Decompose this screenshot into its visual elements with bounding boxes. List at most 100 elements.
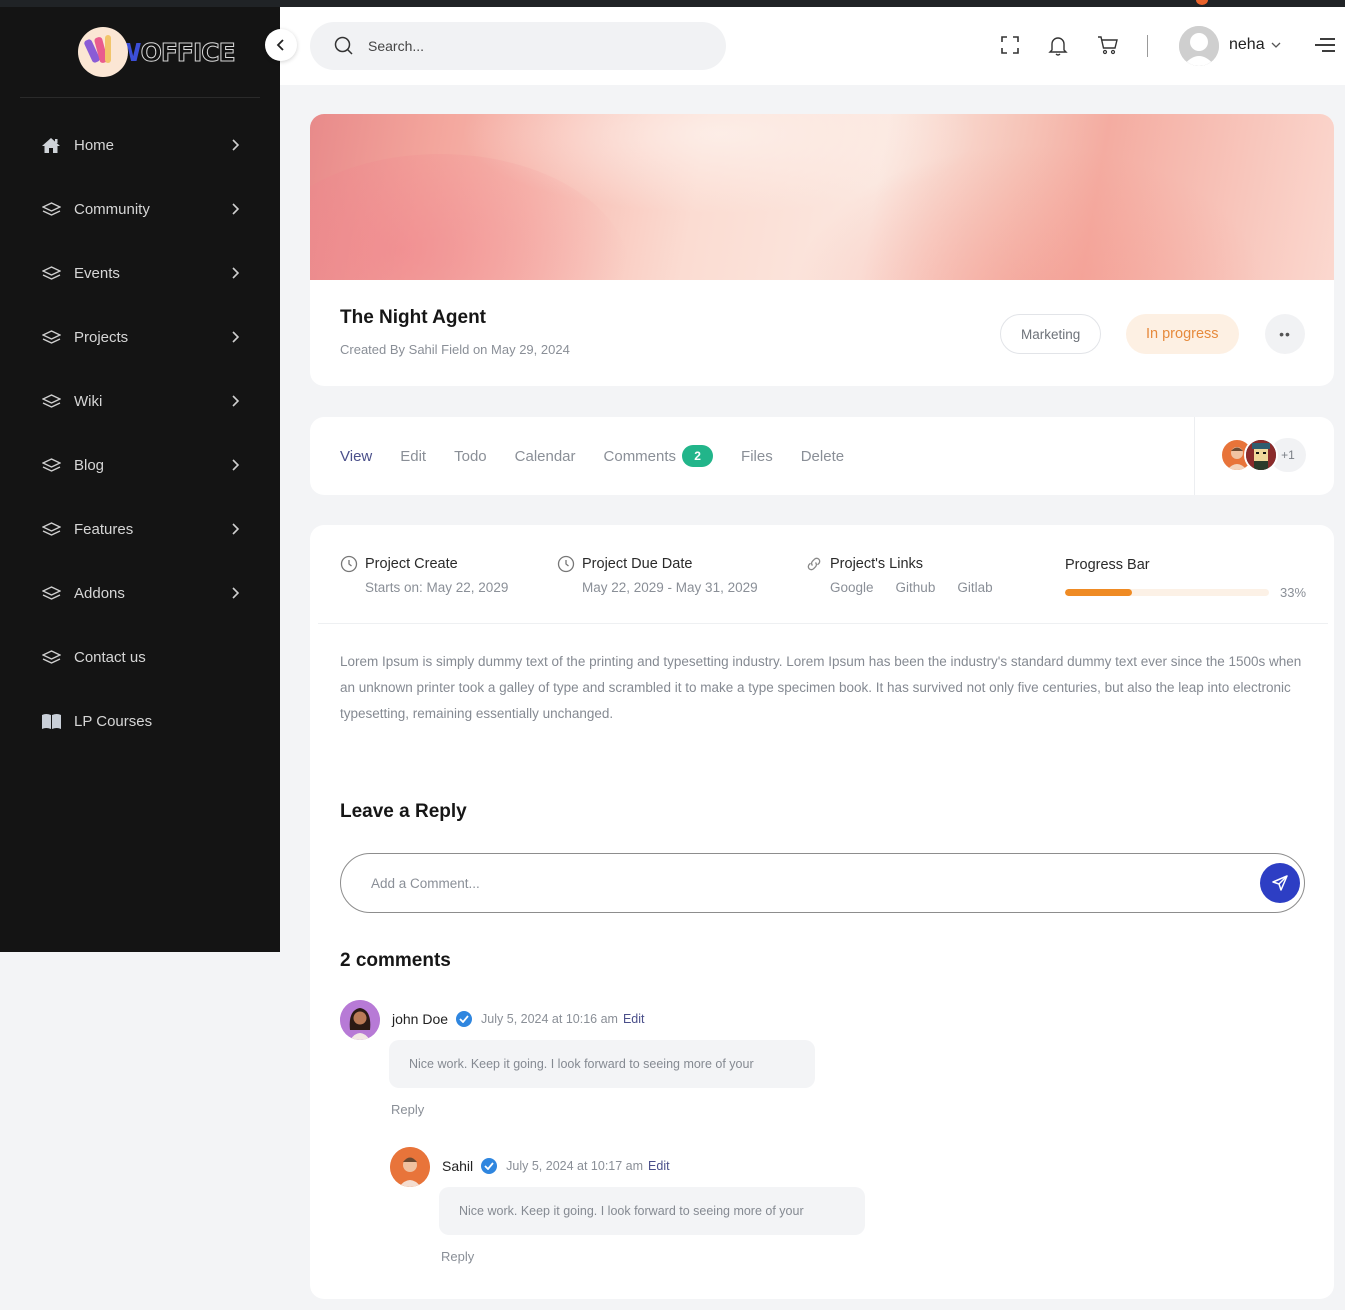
send-comment-button[interactable] xyxy=(1260,863,1300,903)
search-bar[interactable] xyxy=(310,22,726,70)
chevron-down-icon xyxy=(1271,42,1281,48)
search-input[interactable] xyxy=(368,38,688,54)
tab-comments[interactable]: Comments 2 xyxy=(604,445,714,467)
pixel-avatar-icon xyxy=(1246,440,1276,470)
member-avatar[interactable] xyxy=(1244,438,1278,472)
user-menu[interactable]: neha xyxy=(1229,36,1281,54)
chevron-right-icon xyxy=(232,395,240,407)
book-icon xyxy=(40,712,62,730)
chevron-right-icon xyxy=(232,139,240,151)
comment-author: Sahil xyxy=(442,1158,474,1174)
tab-files[interactable]: Files xyxy=(741,448,773,465)
tab-label: Delete xyxy=(800,447,845,465)
sidebar-item-label: Blog xyxy=(74,456,105,474)
link-google[interactable]: Google xyxy=(830,580,874,595)
notification-dot xyxy=(1196,0,1208,5)
cart-button[interactable] xyxy=(1097,34,1119,56)
notifications-button[interactable] xyxy=(1047,34,1069,56)
comments-count-badge: 2 xyxy=(682,445,714,467)
project-created-by: Created By Sahil Field on May 29, 2024 xyxy=(340,342,570,357)
sidebar-item-events[interactable]: Events xyxy=(0,241,280,305)
sidebar-item-lp-courses[interactable]: LP Courses xyxy=(0,689,280,753)
layers-icon xyxy=(40,200,62,218)
woman-avatar-icon xyxy=(340,1000,380,1040)
tab-label: View xyxy=(340,447,373,465)
chevron-right-icon xyxy=(232,587,240,599)
comment-edit-link[interactable]: Edit xyxy=(648,1159,670,1173)
project-due-value: May 22, 2029 - May 31, 2029 xyxy=(582,580,758,595)
sidebar-item-addons[interactable]: Addons xyxy=(0,561,280,625)
sidebar-item-projects[interactable]: Projects xyxy=(0,305,280,369)
category-tag[interactable]: Marketing xyxy=(1000,314,1102,354)
sidebar-collapse-button[interactable] xyxy=(265,29,297,61)
chevron-left-icon xyxy=(276,39,284,51)
link-gitlab[interactable]: Gitlab xyxy=(957,580,992,595)
tab-todo[interactable]: Todo xyxy=(454,448,487,465)
comment-input-box[interactable] xyxy=(340,853,1305,913)
tab-delete[interactable]: Delete xyxy=(801,448,844,465)
layers-icon xyxy=(40,520,62,538)
comment-date: July 5, 2024 at 10:17 am xyxy=(506,1159,644,1173)
detail-divider xyxy=(318,623,1328,624)
sidebar-item-home[interactable]: Home xyxy=(0,113,280,177)
chevron-right-icon xyxy=(232,523,240,535)
fullscreen-icon xyxy=(1001,36,1019,54)
project-banner-image xyxy=(310,114,1334,280)
layers-icon xyxy=(40,328,62,346)
logo-text: WOFFICE xyxy=(114,37,236,67)
header-divider xyxy=(1147,35,1148,57)
progress-label: Progress Bar xyxy=(1065,557,1150,573)
comment-reply-link[interactable]: Reply xyxy=(391,1102,424,1117)
layers-icon xyxy=(40,392,62,410)
leave-reply-heading: Leave a Reply xyxy=(340,801,467,822)
man-avatar-icon xyxy=(390,1147,430,1187)
search-icon xyxy=(334,36,353,55)
tab-label: Edit xyxy=(400,447,427,465)
project-members[interactable]: +1 xyxy=(1220,438,1306,472)
sidebar-item-contact-us[interactable]: Contact us xyxy=(0,625,280,689)
comment-reply-link[interactable]: Reply xyxy=(441,1249,474,1264)
more-options-button[interactable]: •• xyxy=(1265,314,1305,354)
user-name: neha xyxy=(1229,36,1265,53)
user-avatar[interactable] xyxy=(1179,26,1219,66)
comment-input[interactable] xyxy=(371,875,1231,891)
sidebar-nav: Home Community Events Projects Wiki Blog xyxy=(0,113,280,753)
logo[interactable]: WOFFICE xyxy=(78,27,236,77)
bell-icon xyxy=(1048,36,1068,56)
menu-button[interactable] xyxy=(1313,34,1337,56)
link-icon xyxy=(805,555,823,573)
sidebar: WOFFICE Home Community Events Projects W… xyxy=(0,7,280,952)
progress-bar xyxy=(1065,589,1269,596)
commenter-avatar[interactable] xyxy=(340,1000,380,1040)
comment-edit-link[interactable]: Edit xyxy=(623,1012,645,1026)
sidebar-item-blog[interactable]: Blog xyxy=(0,433,280,497)
sidebar-item-label: Community xyxy=(74,200,150,218)
tab-edit[interactable]: Edit xyxy=(400,448,426,465)
project-links-list: Google Github Gitlab xyxy=(805,580,993,595)
status-badge[interactable]: In progress xyxy=(1126,314,1239,354)
tab-label: Files xyxy=(741,447,773,465)
sidebar-item-wiki[interactable]: Wiki xyxy=(0,369,280,433)
link-github[interactable]: Github xyxy=(896,580,936,595)
chevron-right-icon xyxy=(232,203,240,215)
sidebar-item-community[interactable]: Community xyxy=(0,177,280,241)
logo-mark-icon xyxy=(78,27,128,77)
progress-info: Progress Bar 33% xyxy=(1065,557,1306,600)
window-top-strip xyxy=(0,0,1345,7)
default-avatar-icon xyxy=(1179,26,1219,66)
comment-author: john Doe xyxy=(392,1011,449,1027)
project-tabs-card: View Edit Todo Calendar Comments 2 Files … xyxy=(310,417,1334,495)
tab-view[interactable]: View xyxy=(340,448,372,465)
tabs-divider xyxy=(1194,417,1195,495)
sidebar-item-label: Addons xyxy=(74,584,125,602)
send-icon xyxy=(1272,875,1288,891)
tab-calendar[interactable]: Calendar xyxy=(515,448,576,465)
commenter-avatar[interactable] xyxy=(390,1147,430,1187)
verified-icon xyxy=(456,1011,473,1027)
home-icon xyxy=(40,136,62,154)
fullscreen-button[interactable] xyxy=(999,34,1021,56)
cart-icon xyxy=(1098,36,1118,55)
progress-percent: 33% xyxy=(1280,585,1307,600)
sidebar-item-features[interactable]: Features xyxy=(0,497,280,561)
sidebar-item-label: Wiki xyxy=(74,392,103,410)
